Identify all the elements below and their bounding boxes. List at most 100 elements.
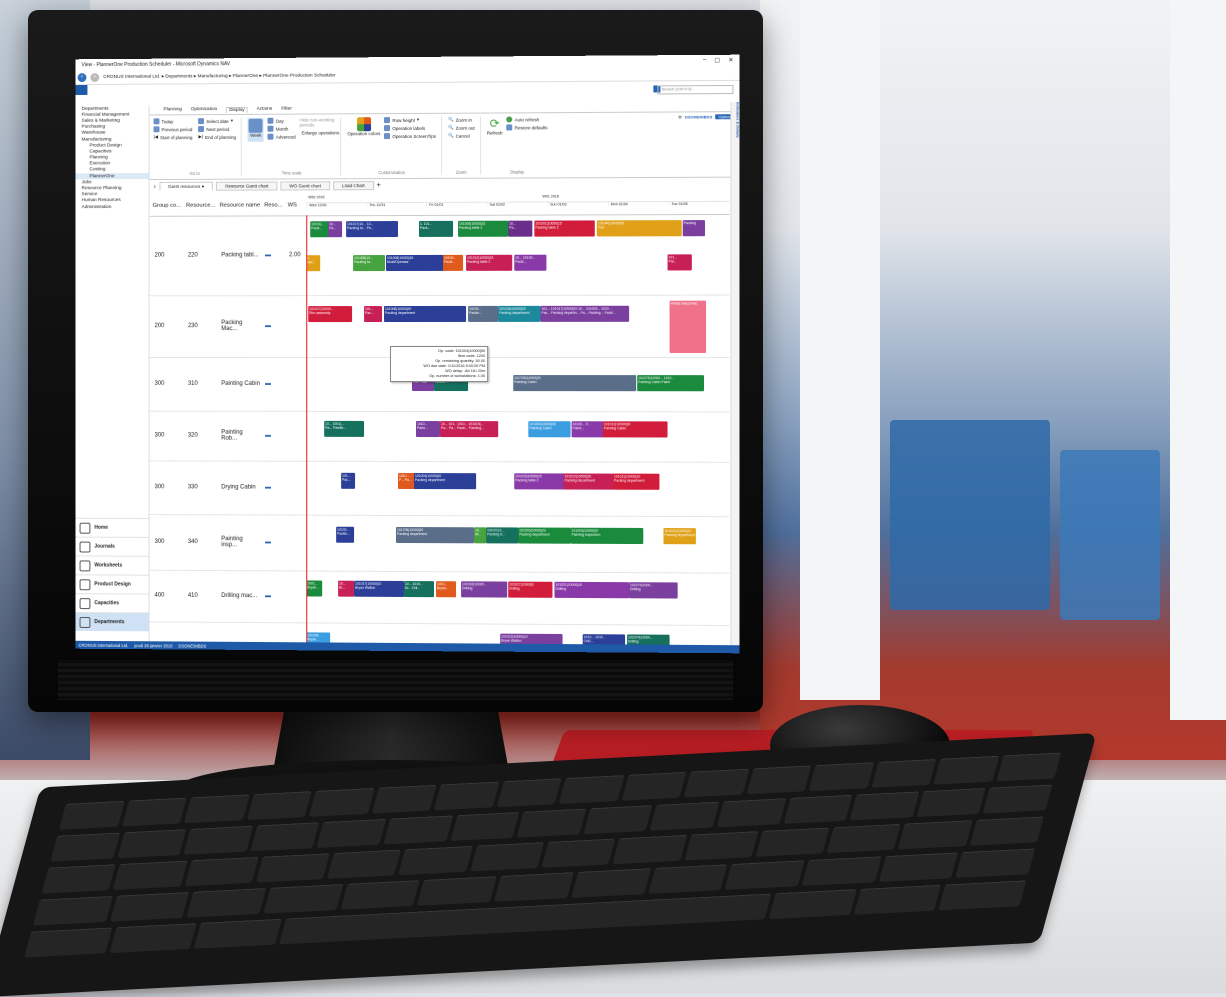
tab-gantt-resources[interactable]: Gantt resources ● [159, 181, 213, 190]
gantt-operation-bar[interactable]: 1001... Bryan... [306, 580, 322, 596]
tab-wo-gantt-chart[interactable]: WO Gantt chart [280, 181, 330, 190]
refresh-button[interactable]: ⟳Refresh [487, 116, 503, 135]
navpane-button[interactable]: Departments [76, 612, 149, 631]
gantt-operation-bar[interactable]: 101003|10000|20 Packing department [414, 473, 476, 489]
end-of-planning-button[interactable]: ▶|End of planning [198, 134, 236, 140]
gantt-operation-bar[interactable]: 10102... Packin... [336, 527, 354, 543]
table-row[interactable]: 300320Painting Rob...▬10... 1001|... Pa.… [150, 411, 730, 463]
table-row[interactable]: 200220Packing tabl...▬2.0010101|... Pack… [150, 214, 730, 296]
navpane-button[interactable]: Home [76, 518, 149, 537]
gantt-operation-bar[interactable]: 101... Pac... [364, 306, 382, 322]
gantt-operation-bar[interactable]: 101012|10000|15 Packing table 2 [466, 255, 512, 271]
gantt-operation-bar[interactable]: 10101|... Packi... [310, 221, 329, 237]
gantt-operation-bar[interactable]: Packing [683, 220, 705, 236]
tab-display[interactable]: Display [226, 106, 248, 112]
row-height-button[interactable]: Row height ▾ [384, 117, 436, 123]
forward-arrow-icon[interactable]: › [90, 73, 99, 82]
gantt-operation-bar[interactable]: 101021|10000|10 Drilling [554, 582, 629, 598]
gantt-operation-bar[interactable]: 101012|10000|30 Painting Cabin [603, 421, 668, 437]
menu-button[interactable] [76, 85, 88, 95]
gantt-operation-bar[interactable]: PAINE MACHINE [670, 301, 706, 353]
gantt-operation-bar[interactable]: 101705|10000|30 Painting Cabin [513, 375, 636, 391]
previous-period-button[interactable]: Previous period [154, 126, 193, 132]
gantt-operation-bar[interactable]: 101005|10000|15 Packing table 2 [458, 221, 508, 237]
gantt-operation-bar[interactable]: 101008|10... Packing ta... [353, 255, 385, 271]
table-row[interactable]: 300340Painting insp...▬10102... Packin..… [150, 514, 730, 574]
gantt-operation-bar[interactable]: 10... Pa... [508, 221, 532, 237]
tab-actions[interactable]: Actions [257, 107, 273, 112]
gantt-operation-bar[interactable]: 10100... Packi... [443, 255, 463, 271]
gantt-operation-bar[interactable]: 101040|10000|15 Tool [597, 220, 682, 236]
gantt-operation-bar[interactable]: 10100... F... Painti... [572, 421, 604, 437]
gantt-operation-bar[interactable]: 10... 1010... Dr... Dril... [404, 581, 434, 597]
close-button[interactable]: ✕ [728, 57, 733, 64]
week-button[interactable]: Week [248, 118, 264, 142]
auto-refresh-button[interactable]: Auto refresh [507, 116, 548, 122]
zoom-in-button[interactable]: 🔍Zoom in [448, 117, 475, 123]
gantt-operation-bar[interactable]: 101... Pac... [668, 254, 692, 270]
table-row[interactable]: 300330Drying Cabin▬101... Pac...1010... … [150, 460, 730, 517]
column-header-group[interactable]: Group co... [150, 203, 183, 209]
gantt-operation-bar[interactable]: 1010... Paint... [416, 421, 440, 437]
back-arrow-icon[interactable]: ‹ [78, 73, 87, 82]
gantt-operation-bar[interactable]: 101027|10000... Rim assembly [308, 306, 352, 322]
gantt-operation-bar[interactable]: 10... 10100... Packi... [514, 255, 546, 271]
gantt-operation-bar[interactable]: 101075|10000... 1010... Painting Cabin P… [637, 375, 704, 391]
table-row[interactable]: 400410Drilling mac...▬1001... Bryan...10… [150, 570, 730, 626]
add-tab-icon[interactable]: + [377, 182, 381, 189]
gantt-operation-bar[interactable]: 101... Pac... [341, 473, 355, 489]
gantt-operation-bar[interactable]: 101017|10... 10... Packing ta... Pa... [346, 221, 398, 237]
gantt-operation-bar[interactable]: 101008|10000|20 Packing department [384, 306, 466, 322]
navpane-button[interactable]: Capacities [76, 593, 149, 612]
today-button[interactable]: Today [154, 118, 193, 124]
gantt-operation-bar[interactable]: 1010... Bryan... [436, 581, 456, 597]
gantt-operation-bar[interactable]: 10... 101.. 1010... 101015|... Pa... Pa.… [440, 421, 498, 437]
gantt-operation-bar[interactable]: 101012|10000|20 Packing department [564, 473, 614, 489]
operation-screentips-button[interactable]: Operation ScreenTips [384, 133, 436, 139]
gantt-operation-bar[interactable]: 1. 101... Pack... [419, 221, 453, 237]
restore-defaults-button[interactable]: Restore defaults [507, 124, 548, 130]
start-of-planning-button[interactable]: |◀Start of planning [154, 134, 193, 140]
hide-non-working-button[interactable]: Hide non-working periods [300, 117, 336, 127]
gantt-operation-bar[interactable]: 101027|10000|0 Drilling [508, 582, 552, 598]
gantt-operation-bar[interactable]: 10... Br... [338, 581, 354, 597]
column-header-ws[interactable]: WS [285, 202, 307, 208]
search-input[interactable]: Search (Ctrl+F3) [657, 85, 733, 95]
gantt-operation-bar[interactable]: 101018|10000|20 Packing department [498, 306, 540, 322]
gantt-operation-bar[interactable]: 101008|10000|15 Mold/Operator [386, 255, 444, 271]
gantt-operation-bar[interactable]: 101017|10000|10 Bryan Walton [354, 581, 404, 597]
tab-load-chart[interactable]: Load Chart [333, 181, 374, 190]
tab-filter[interactable]: Filter [281, 107, 292, 112]
gantt-operation-bar[interactable]: 101015|10000|15 Packing table 2 [514, 473, 564, 489]
advanced-button[interactable]: Advanced [268, 134, 296, 140]
gantt-operation-bar[interactable]: 101003|10000|20 Packing department [518, 527, 570, 543]
gantt-operation-bar[interactable]: 101074|1000... Drilling [629, 582, 678, 598]
navpane-button[interactable]: Worksheets [76, 555, 149, 574]
day-button[interactable]: Day [268, 118, 296, 124]
navpane-button[interactable]: Product Design [76, 574, 149, 593]
enlarge-operations-button[interactable]: Enlarge operations [300, 129, 336, 135]
gantt-operation-bar[interactable]: 10... 1001|... Pa... Paintin... [324, 421, 364, 437]
tab-resource-gantt-chart[interactable]: Resource Gantt chart [216, 181, 277, 190]
gantt-operation-bar[interactable]: 101... 101017|10000|20 10... 101003... 1… [540, 306, 629, 322]
gantt-operation-bar[interactable]: 10104... Packin... [468, 306, 498, 322]
search-icon[interactable]: ⌕ [154, 183, 157, 188]
operation-colors-button[interactable]: Operation colors [347, 117, 380, 141]
gantt-operation-bar[interactable]: 101003|10000|20 Painting inspection [571, 528, 644, 544]
tab-optimization[interactable]: Optimization [191, 107, 217, 112]
column-header-resource[interactable]: Resource... [183, 203, 217, 209]
gantt-operation-bar[interactable]: 101002|10000|30 Painting Cabin [528, 421, 570, 437]
next-period-button[interactable]: Next period [198, 126, 236, 132]
column-header-reso[interactable]: Reso... [261, 202, 284, 208]
indicators-details-pane[interactable]: Indicators & Details [730, 102, 739, 645]
gantt-operation-bar[interactable]: 101010|10000... Drilling [461, 581, 507, 597]
gantt-operation-bar[interactable]: 101011|10000|20 Packing department [613, 474, 659, 490]
operation-labels-button[interactable]: Operation labels [384, 125, 436, 131]
gantt-operation-bar[interactable]: 10107|10... Packing d... [486, 527, 518, 543]
zoom-out-button[interactable]: 🔍Zoom out [448, 125, 475, 131]
tab-planning[interactable]: Planning [163, 107, 181, 112]
cancel-zoom-button[interactable]: 🔍Cancel [448, 133, 475, 139]
breadcrumb[interactable]: CRONUS International Ltd. ▸ Departments … [103, 73, 335, 79]
gantt-operation-bar[interactable]: 101705|10000|20 Packing department [396, 527, 474, 543]
gantt-operation-bar[interactable]: 101042|10000|20 Packing department [663, 528, 695, 544]
